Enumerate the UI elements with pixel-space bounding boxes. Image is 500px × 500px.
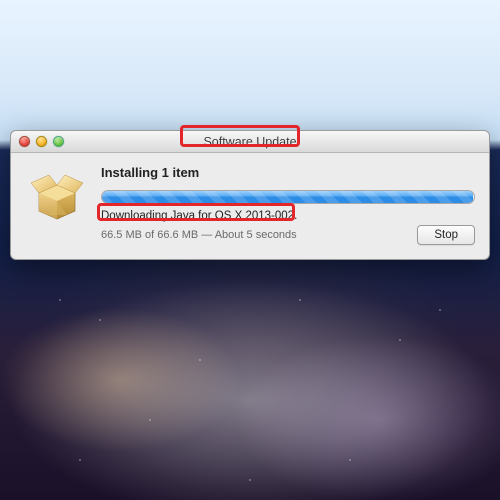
window-content: Installing 1 item Downloading Java for O…	[11, 153, 489, 259]
download-status: Downloading Java for OS X 2013-002.	[101, 210, 475, 222]
desktop-wallpaper: Software Update	[0, 0, 500, 500]
progress-fill	[102, 191, 473, 203]
minimize-icon[interactable]	[36, 136, 47, 147]
window-titlebar[interactable]: Software Update	[11, 131, 489, 153]
traffic-lights	[11, 136, 64, 147]
stop-button[interactable]: Stop	[417, 225, 475, 245]
progress-bar	[101, 190, 475, 204]
software-update-window: Software Update	[10, 130, 490, 260]
download-detail-row: 66.5 MB of 66.6 MB — About 5 seconds Sto…	[101, 225, 475, 245]
installing-heading: Installing 1 item	[101, 165, 475, 180]
download-detail-text: 66.5 MB of 66.6 MB — About 5 seconds	[101, 229, 297, 241]
package-icon	[25, 165, 89, 245]
window-title: Software Update	[11, 135, 489, 149]
zoom-icon[interactable]	[53, 136, 64, 147]
close-icon[interactable]	[19, 136, 30, 147]
